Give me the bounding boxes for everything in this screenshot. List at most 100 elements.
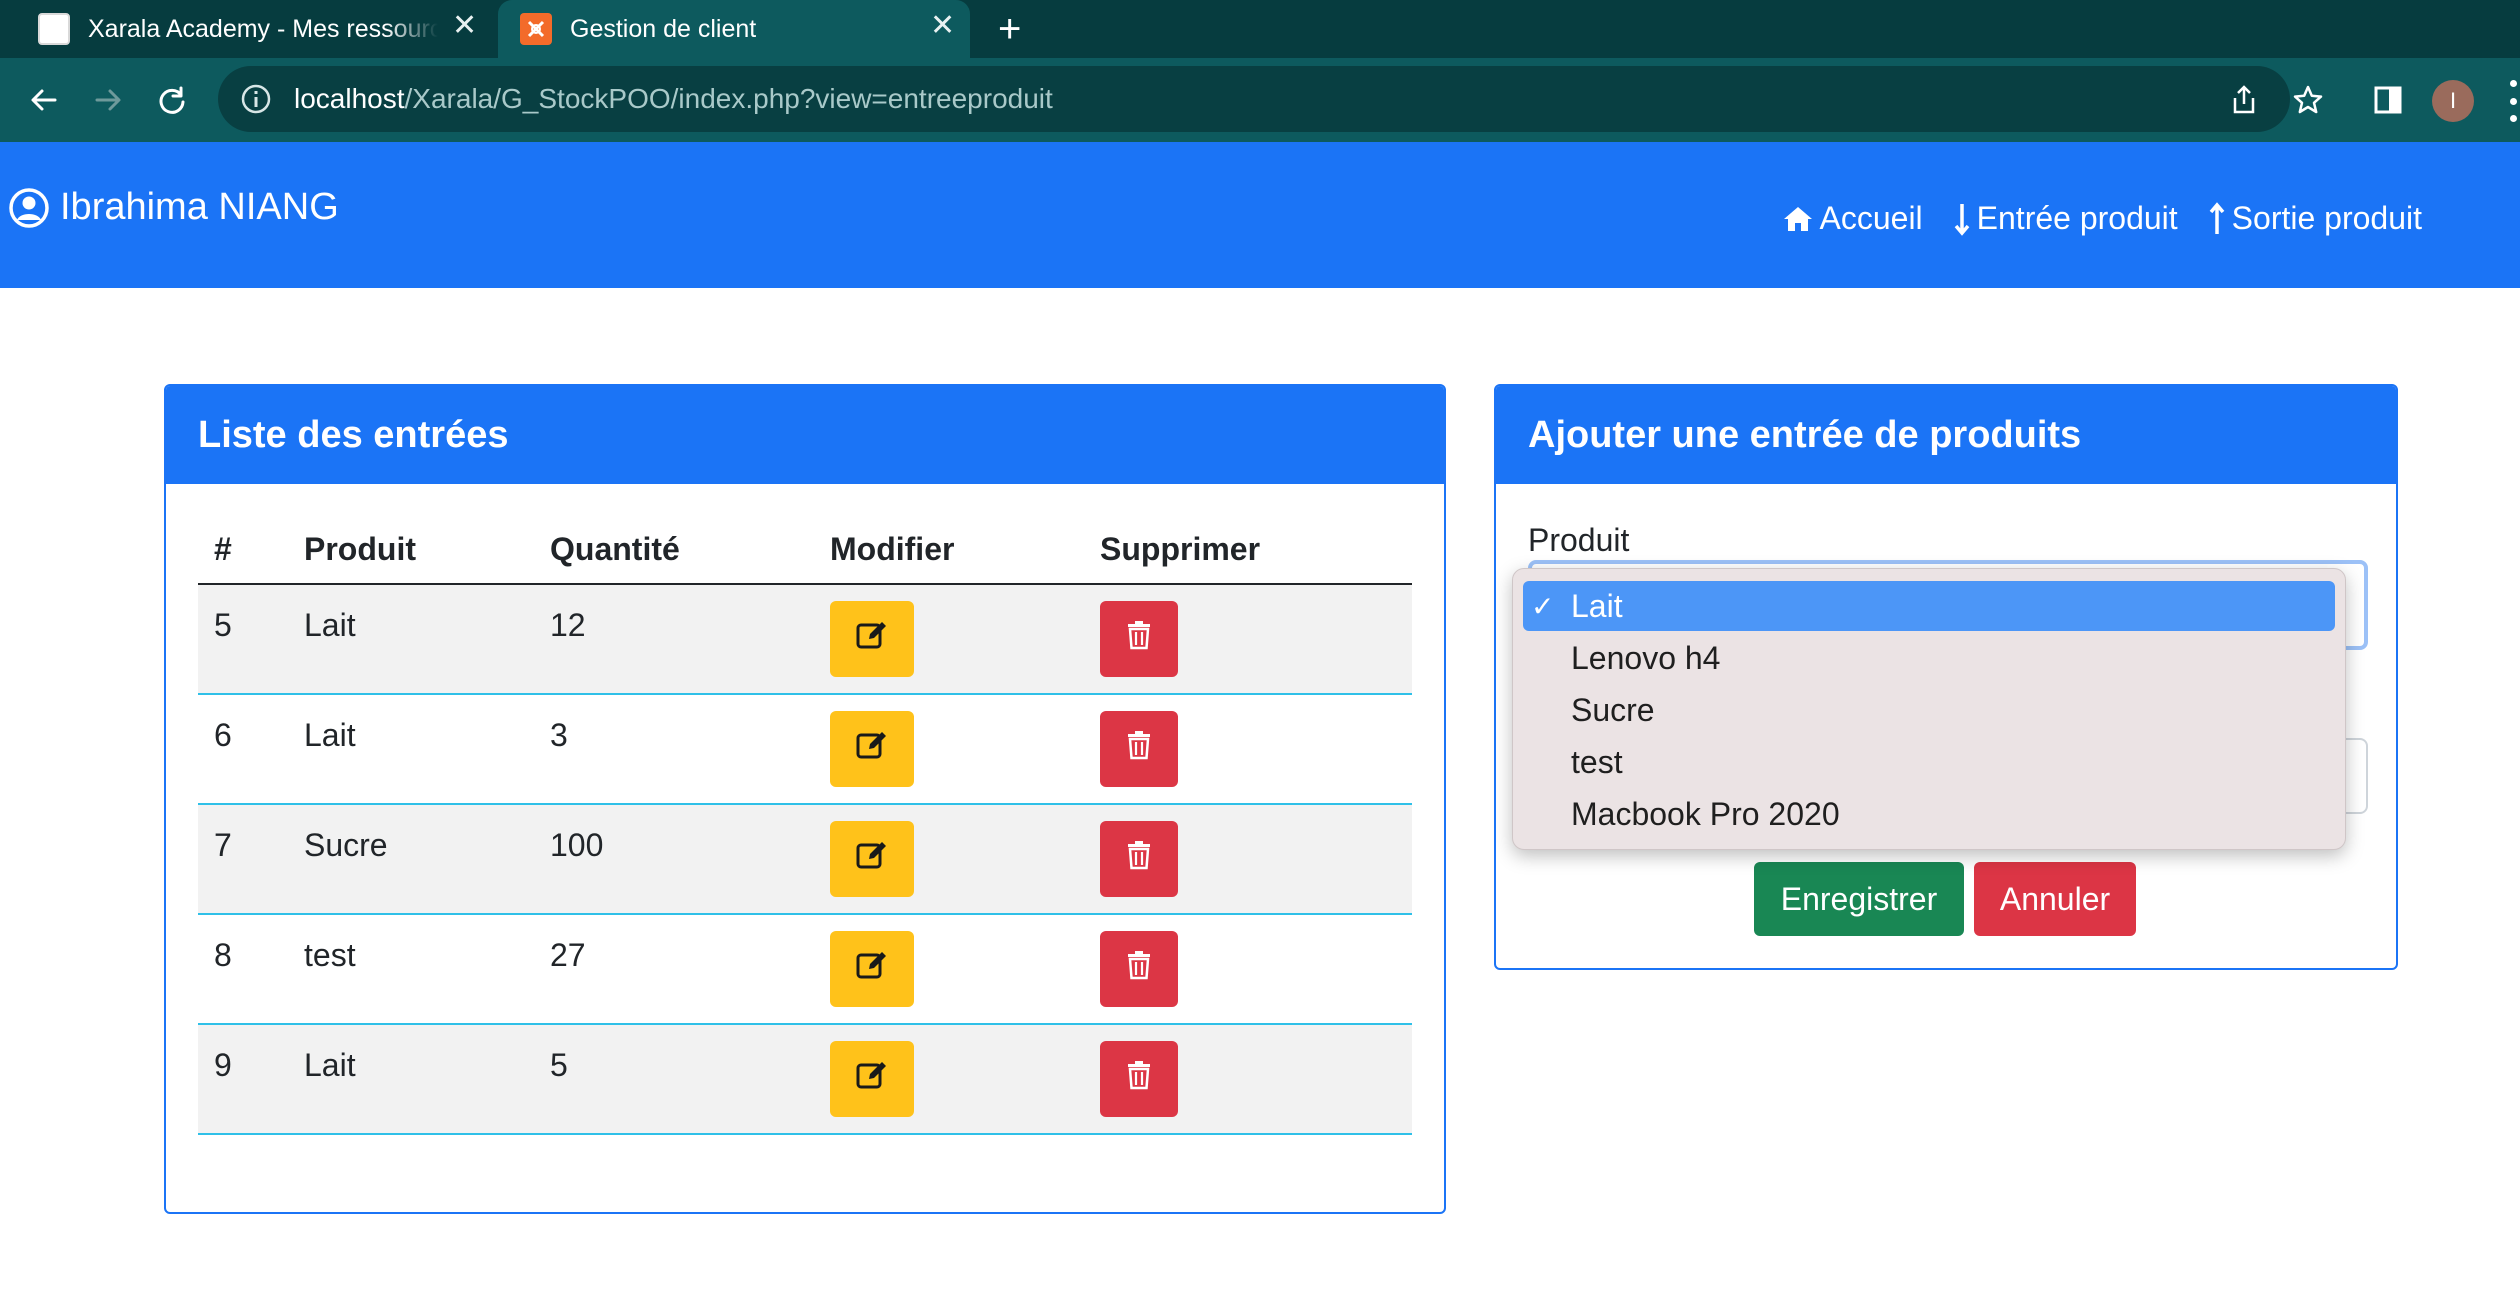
nav-links: Accueil Entrée produit Sortie produit xyxy=(1752,200,2422,237)
delete-button[interactable] xyxy=(1100,931,1178,1007)
nav-link-sortie-produit[interactable]: Sortie produit xyxy=(2208,200,2422,237)
dropdown-option[interactable]: Macbook Pro 2020 xyxy=(1523,789,2335,839)
close-tab-icon[interactable]: ✕ xyxy=(452,11,477,41)
produit-dropdown-list: ✓ Lait Lenovo h4 Sucre test Macbook Pro … xyxy=(1512,568,2346,850)
edit-button[interactable] xyxy=(830,711,914,787)
cell-id: 9 xyxy=(198,1024,288,1135)
cell-supprimer xyxy=(1084,914,1412,1025)
dropdown-option[interactable]: test xyxy=(1523,737,2335,787)
cell-produit: test xyxy=(288,914,534,1025)
cancel-button[interactable]: Annuler xyxy=(1974,862,2136,936)
arrow-up-icon xyxy=(2209,201,2225,234)
checkmark-icon: ✓ xyxy=(1531,590,1555,622)
table-row: 8 test 27 xyxy=(198,914,1412,1025)
back-icon[interactable] xyxy=(22,78,66,122)
forward-icon[interactable] xyxy=(86,78,130,122)
cell-id: 5 xyxy=(198,584,288,695)
delete-button[interactable] xyxy=(1100,821,1178,897)
cell-produit: Sucre xyxy=(288,804,534,915)
trash-icon xyxy=(1126,730,1152,768)
cell-quantite: 5 xyxy=(534,1024,814,1135)
home-icon xyxy=(1783,206,1812,231)
card-title: Liste des entrées xyxy=(166,386,1444,484)
column-header-produit: Produit xyxy=(288,516,534,585)
edit-button[interactable] xyxy=(830,821,914,897)
tab-title: Gestion de client xyxy=(570,14,757,43)
dropdown-option[interactable]: Sucre xyxy=(1523,685,2335,735)
cell-quantite: 100 xyxy=(534,804,814,915)
delete-button[interactable] xyxy=(1100,711,1178,787)
site-info-icon[interactable] xyxy=(240,83,272,115)
edit-button[interactable] xyxy=(830,1041,914,1117)
cell-produit: Lait xyxy=(288,694,534,805)
cell-produit: Lait xyxy=(288,1024,534,1135)
cell-id: 7 xyxy=(198,804,288,915)
xarala-favicon-icon xyxy=(38,13,70,45)
column-header-modifier: Modifier xyxy=(814,516,1084,585)
url-text: localhost/Xarala/G_StockPOO/index.php?vi… xyxy=(294,83,1053,114)
table-row: 9 Lait 5 xyxy=(198,1024,1412,1135)
brand[interactable]: Ibrahima NIANG xyxy=(8,186,339,229)
tab-title: Xarala Academy - Mes ressources xyxy=(88,14,438,43)
trash-icon xyxy=(1126,1060,1152,1098)
edit-icon xyxy=(855,1059,889,1099)
profile-avatar[interactable]: I xyxy=(2432,80,2474,122)
edit-icon xyxy=(855,949,889,989)
share-icon[interactable] xyxy=(2224,80,2264,120)
cell-supprimer xyxy=(1084,584,1412,695)
bookmark-star-icon[interactable] xyxy=(2288,80,2328,120)
produit-label: Produit xyxy=(1528,522,1630,558)
column-header-quantite: Quantité xyxy=(534,516,814,585)
edit-icon xyxy=(855,619,889,659)
entries-list-card: Liste des entrées # Produit Quantité Mod… xyxy=(164,384,1446,1214)
cell-supprimer xyxy=(1084,1024,1412,1135)
side-panel-icon[interactable] xyxy=(2368,80,2408,120)
app-navbar: Ibrahima NIANG Accueil Entrée produit So… xyxy=(0,142,2520,288)
cell-quantite: 3 xyxy=(534,694,814,805)
nav-link-accueil[interactable]: Accueil xyxy=(1782,200,1923,237)
tab-gestion-de-client[interactable]: Gestion de client ✕ xyxy=(498,0,970,58)
edit-button[interactable] xyxy=(830,601,914,677)
cell-id: 8 xyxy=(198,914,288,1025)
dropdown-option[interactable]: Lenovo h4 xyxy=(1523,633,2335,683)
xampp-favicon-icon xyxy=(520,13,552,45)
edit-icon xyxy=(855,729,889,769)
reload-icon[interactable] xyxy=(150,78,194,122)
table-row: 7 Sucre 100 xyxy=(198,804,1412,915)
cell-modifier xyxy=(814,584,1084,695)
dropdown-option[interactable]: ✓ Lait xyxy=(1523,581,2335,631)
browser-menu-icon[interactable] xyxy=(2506,80,2520,122)
column-header-supprimer: Supprimer xyxy=(1084,516,1412,585)
cell-modifier xyxy=(814,694,1084,805)
edit-button[interactable] xyxy=(830,931,914,1007)
cell-id: 6 xyxy=(198,694,288,805)
edit-icon xyxy=(855,839,889,879)
table-row: 5 Lait 12 xyxy=(198,584,1412,695)
user-circle-icon xyxy=(9,187,49,228)
cell-produit: Lait xyxy=(288,584,534,695)
cell-modifier xyxy=(814,804,1084,915)
cell-supprimer xyxy=(1084,804,1412,915)
table-row: 6 Lait 3 xyxy=(198,694,1412,805)
cell-quantite: 27 xyxy=(534,914,814,1025)
trash-icon xyxy=(1126,620,1152,658)
brand-name: Ibrahima NIANG xyxy=(60,186,339,228)
nav-link-entree-produit[interactable]: Entrée produit xyxy=(1953,200,2178,237)
address-bar[interactable]: localhost/Xarala/G_StockPOO/index.php?vi… xyxy=(218,66,2290,132)
tab-xarala-academy[interactable]: Xarala Academy - Mes ressources ✕ xyxy=(38,0,488,58)
column-header-id: # xyxy=(198,516,288,585)
entries-table: # Produit Quantité Modifier Supprimer 5L… xyxy=(198,516,1412,1135)
trash-icon xyxy=(1126,950,1152,988)
cell-quantite: 12 xyxy=(534,584,814,695)
cell-modifier xyxy=(814,914,1084,1025)
cell-modifier xyxy=(814,1024,1084,1135)
browser-toolbar: localhost/Xarala/G_StockPOO/index.php?vi… xyxy=(0,58,2520,142)
save-button[interactable]: Enregistrer xyxy=(1754,862,1964,936)
delete-button[interactable] xyxy=(1100,1041,1178,1117)
card-title: Ajouter une entrée de produits xyxy=(1496,386,2396,484)
close-tab-icon[interactable]: ✕ xyxy=(930,11,955,41)
cell-supprimer xyxy=(1084,694,1412,805)
trash-icon xyxy=(1126,840,1152,878)
delete-button[interactable] xyxy=(1100,601,1178,677)
new-tab-icon[interactable]: + xyxy=(998,6,1021,52)
